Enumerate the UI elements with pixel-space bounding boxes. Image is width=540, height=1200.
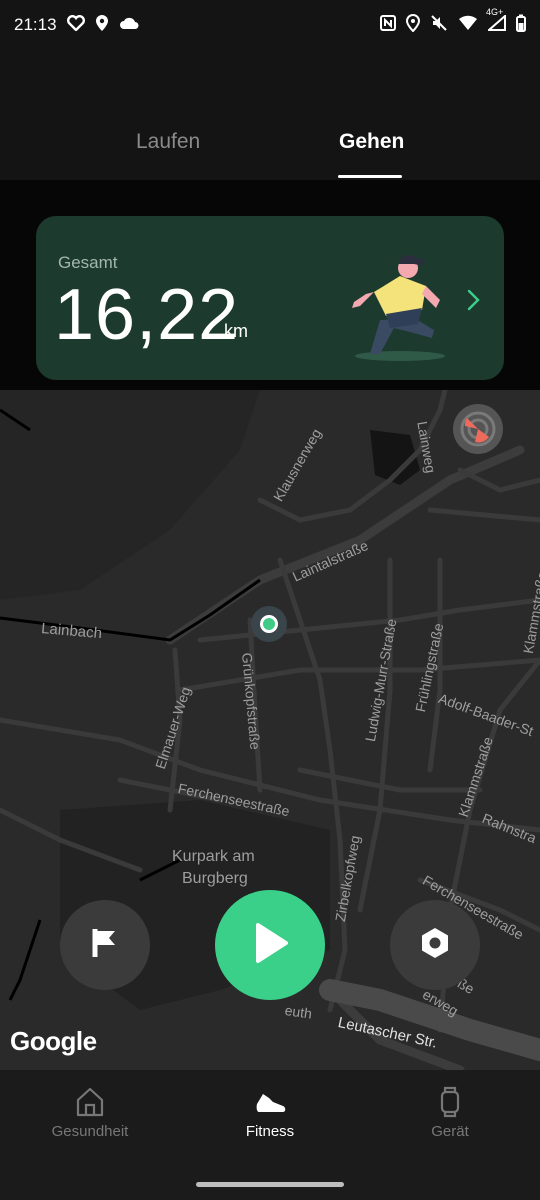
map-label: Kurpark am [172, 848, 255, 865]
chevron-right-icon[interactable] [464, 286, 484, 319]
bottom-navigation: Gesundheit Fitness Gerät [0, 1070, 540, 1170]
battery-icon [516, 14, 526, 37]
home-gesture-bar[interactable] [196, 1182, 344, 1187]
start-workout-button[interactable] [215, 890, 325, 1000]
nav-label: Fitness [245, 1123, 295, 1140]
home-icon [75, 1086, 105, 1118]
nav-label: Gerät [431, 1123, 469, 1140]
status-time: 21:13 [14, 15, 57, 34]
tab-laufen[interactable]: Laufen [136, 130, 200, 154]
location-icon [405, 13, 421, 37]
nav-label: Gesundheit [51, 1123, 129, 1140]
nav-geraet[interactable]: Gerät [360, 1070, 540, 1170]
tab-header: Laufen Gehen [0, 50, 540, 180]
total-distance-value: 16,22 [54, 275, 240, 355]
signal-icon: 4G+ [486, 7, 506, 36]
play-icon [250, 921, 290, 970]
map-label: Burgberg [182, 870, 248, 887]
settings-icon [418, 926, 452, 965]
total-label: Gesamt [58, 253, 118, 272]
total-distance-card[interactable]: Gesamt 16,22 km [36, 216, 504, 380]
status-left: 21:13 [14, 14, 139, 37]
location-icon [95, 14, 109, 37]
google-attribution: Google [10, 1026, 97, 1056]
watch-icon [435, 1086, 465, 1118]
compass-icon[interactable] [453, 404, 503, 454]
walker-illustration [340, 250, 470, 375]
status-bar: 21:13 4G+ [0, 0, 540, 50]
status-right: 4G+ [380, 7, 526, 37]
shoe-icon [255, 1086, 286, 1118]
mute-icon [430, 14, 448, 37]
network-type: 4G+ [486, 6, 504, 17]
nfc-icon [380, 14, 396, 36]
total-distance-unit: km [224, 321, 248, 341]
flag-button[interactable] [60, 900, 150, 990]
nav-gesundheit[interactable]: Gesundheit [0, 1070, 180, 1170]
nav-fitness[interactable]: Fitness [180, 1070, 360, 1170]
active-tab-indicator [338, 175, 402, 178]
tab-gehen[interactable]: Gehen [339, 130, 404, 154]
workout-settings-button[interactable] [390, 900, 480, 990]
wifi-icon [458, 15, 478, 36]
current-location-marker [260, 615, 278, 633]
flag-icon [91, 927, 119, 964]
heart-icon [66, 14, 85, 36]
cloud-icon [119, 15, 139, 35]
